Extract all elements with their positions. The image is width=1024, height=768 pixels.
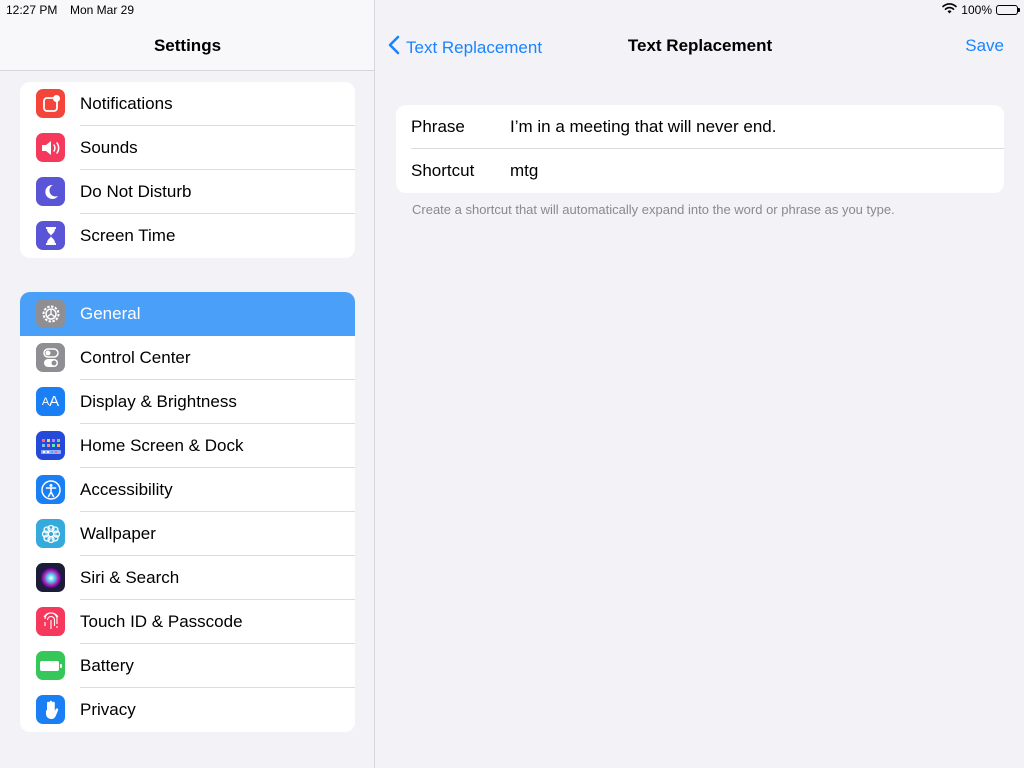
settings-group-2: General Control Center AA Display & Brig… (20, 292, 355, 732)
sidebar-item-do-not-disturb[interactable]: Do Not Disturb (20, 170, 355, 214)
sidebar-item-accessibility[interactable]: Accessibility (20, 468, 355, 512)
wifi-icon (942, 3, 958, 17)
sidebar-item-display-brightness[interactable]: AA Display & Brightness (20, 380, 355, 424)
gear-icon (36, 299, 65, 328)
sidebar-item-privacy[interactable]: Privacy (20, 688, 355, 732)
sidebar-item-label: Control Center (80, 348, 191, 367)
sidebar-item-general[interactable]: General (20, 292, 355, 336)
status-time: 12:27 PM (6, 3, 58, 17)
sidebar-title: Settings (153, 36, 222, 55)
siri-icon (36, 563, 65, 592)
sidebar-item-label: Touch ID & Passcode (80, 612, 243, 631)
sidebar-item-screen-time[interactable]: Screen Time (20, 214, 355, 258)
phrase-label: Phrase (411, 117, 465, 136)
sidebar-item-label: Home Screen & Dock (80, 436, 244, 455)
speaker-icon (36, 133, 65, 162)
text-replacement-detail: 100% Text Replacement Text Replacement S… (376, 0, 1024, 768)
settings-sidebar: 12:27 PM Mon Mar 29 Settings Notificatio… (0, 0, 375, 768)
flower-icon (36, 519, 65, 548)
hourglass-icon (36, 221, 65, 250)
sidebar-item-label: Display & Brightness (80, 392, 237, 411)
hand-icon (36, 695, 65, 724)
sidebar-item-touch-id-passcode[interactable]: Touch ID & Passcode (20, 600, 355, 644)
text-size-icon: AA (36, 387, 65, 416)
status-date: Mon Mar 29 (70, 3, 135, 17)
sidebar-item-label: Notifications (80, 94, 173, 113)
sidebar-item-sounds[interactable]: Sounds (20, 126, 355, 170)
save-button[interactable]: Save (965, 36, 1004, 56)
status-bar-right: 100% (942, 3, 1020, 17)
text-replacement-form: Phrase Shortcut (396, 105, 1004, 193)
sidebar-item-label: Wallpaper (80, 524, 156, 543)
sidebar-item-label: Do Not Disturb (80, 182, 192, 201)
sidebar-item-label: Privacy (80, 700, 136, 719)
moon-icon (36, 177, 65, 206)
page-title: Text Replacement (627, 36, 773, 55)
accessibility-icon (36, 475, 65, 504)
sidebar-item-siri-search[interactable]: Siri & Search (20, 556, 355, 600)
phrase-input[interactable] (510, 117, 994, 137)
phrase-row: Phrase (396, 105, 1004, 149)
battery-icon (36, 651, 65, 680)
sidebar-item-wallpaper[interactable]: Wallpaper (20, 512, 355, 556)
sidebar-item-label: General (80, 304, 141, 323)
sidebar-header: 12:27 PM Mon Mar 29 Settings (0, 0, 374, 71)
battery-percent: 100% (961, 3, 992, 17)
shortcut-row: Shortcut (396, 149, 1004, 193)
sidebar-item-label: Battery (80, 656, 134, 675)
status-battery-icon (996, 5, 1020, 15)
form-footer-note: Create a shortcut that will automaticall… (412, 202, 895, 217)
sidebar-item-label: Screen Time (80, 226, 176, 245)
notifications-icon (36, 89, 65, 118)
settings-group-1: Notifications Sounds Do Not Disturb Scre… (20, 82, 355, 258)
shortcut-label: Shortcut (411, 161, 475, 180)
toggles-icon (36, 343, 65, 372)
sidebar-item-battery[interactable]: Battery (20, 644, 355, 688)
sidebar-item-label: Accessibility (80, 480, 173, 499)
sidebar-item-label: Siri & Search (80, 568, 180, 587)
sidebar-item-notifications[interactable]: Notifications (20, 82, 355, 126)
sidebar-item-control-center[interactable]: Control Center (20, 336, 355, 380)
sidebar-item-label: Sounds (80, 138, 138, 157)
app-grid-icon (36, 431, 65, 460)
fingerprint-icon (36, 607, 65, 636)
shortcut-input[interactable] (510, 161, 994, 181)
sidebar-item-home-screen-dock[interactable]: Home Screen & Dock (20, 424, 355, 468)
